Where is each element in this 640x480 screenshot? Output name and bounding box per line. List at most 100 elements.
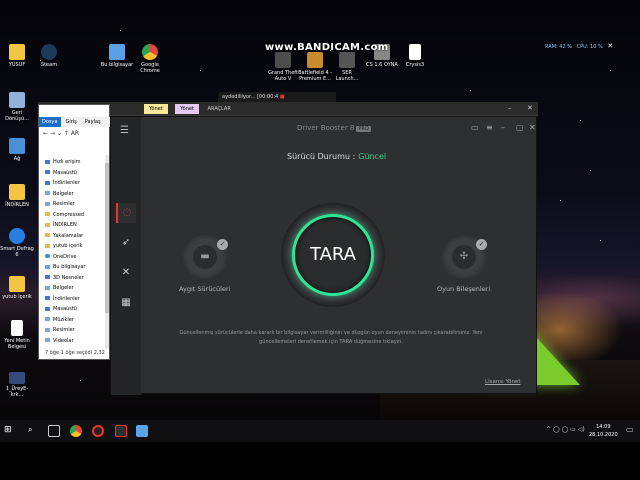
nav-item[interactable]: Belgeler bbox=[45, 283, 105, 294]
boost-rocket-icon[interactable]: ➶ bbox=[116, 233, 136, 253]
minimize-icon[interactable]: – bbox=[501, 123, 505, 132]
desktop-icon-image-file[interactable]: 1_ÜreyE-krk... bbox=[0, 372, 34, 398]
nav-item[interactable]: Resimler bbox=[45, 199, 105, 210]
desktop-icon-this-pc[interactable]: Bu bilgisayar bbox=[100, 44, 134, 68]
nav-item[interactable]: Yakalamalar bbox=[45, 231, 105, 242]
device-drivers-label: Aygıt Sürücüleri bbox=[179, 285, 231, 293]
clock[interactable]: 14:09 28.10.2020 bbox=[589, 423, 618, 439]
tab-share[interactable]: Paylaş bbox=[82, 117, 104, 127]
address-bar[interactable]: AR bbox=[71, 130, 79, 137]
nav-item[interactable]: Müzikler bbox=[45, 315, 105, 326]
dropdown-chevron-icon[interactable]: ⌄ bbox=[57, 130, 62, 137]
image-file-icon bbox=[9, 372, 25, 384]
nav-item[interactable]: Videolar bbox=[45, 336, 105, 347]
feedback-icon[interactable]: ▭ bbox=[471, 123, 479, 132]
desktop-icon-text-document[interactable]: Yeni Metin Belgesi bbox=[0, 320, 34, 350]
notifications-icon[interactable]: ▭ bbox=[626, 425, 634, 434]
recording-strip: aydedilliyor... [00:00:4 ■ bbox=[218, 92, 336, 102]
desktop-icon-ser-launcher[interactable]: SER Launch... bbox=[330, 52, 364, 82]
nav-item[interactable]: OneDrive bbox=[45, 252, 105, 263]
checkmark-icon: ✓ bbox=[217, 239, 228, 250]
folder-icon bbox=[45, 317, 50, 321]
search-icon[interactable]: ⌕ bbox=[28, 425, 40, 437]
folder-icon bbox=[45, 222, 50, 227]
tab-manage-2[interactable]: Yönet bbox=[175, 104, 199, 114]
close-icon[interactable]: ✕ bbox=[529, 123, 536, 132]
desktop-icon-battlefield[interactable]: Battlefield 4 - Premium E... bbox=[298, 52, 332, 82]
desktop-icon-crysis3[interactable]: Crysis3 bbox=[398, 44, 432, 68]
minimize-icon[interactable]: – bbox=[508, 104, 512, 112]
tools-icon[interactable]: ✕ bbox=[116, 263, 136, 283]
folder-icon bbox=[45, 233, 50, 237]
navigation-scrollbar[interactable] bbox=[105, 155, 109, 349]
nav-item[interactable]: Masaüstü bbox=[45, 304, 105, 315]
hamburger-menu-icon[interactable]: ☰ bbox=[120, 125, 129, 136]
nav-item[interactable]: İndirilenler bbox=[45, 178, 105, 189]
clock-time: 14:09 bbox=[596, 424, 611, 430]
nav-item[interactable]: yutub içerik bbox=[45, 241, 105, 252]
tab-home[interactable]: Giriş bbox=[62, 117, 79, 127]
file-explorer-icon[interactable] bbox=[136, 425, 148, 437]
tab-tools[interactable]: ARAÇLAR bbox=[203, 104, 236, 114]
launcher-icon bbox=[339, 52, 355, 68]
desktop-icon-network[interactable]: Ağ bbox=[0, 138, 34, 162]
text-document-icon bbox=[11, 320, 23, 336]
close-icon[interactable]: ✕ bbox=[607, 42, 613, 50]
folder-icon bbox=[45, 191, 50, 195]
nav-item[interactable]: Compressed bbox=[45, 210, 105, 221]
desktop-icon-indirilen[interactable]: İNDİRLEN bbox=[0, 184, 34, 208]
nav-item[interactable]: İndirilenler bbox=[45, 294, 105, 305]
driver-status: Sürücü Durumu : Güncel bbox=[287, 152, 386, 161]
desktop-icon-smart-defrag[interactable]: Smart Defrag 6 bbox=[0, 228, 34, 258]
windows-start-icon[interactable]: ⊞ bbox=[4, 425, 16, 437]
gamepad-icon: ✣ bbox=[452, 245, 476, 269]
nav-item-label: Videolar bbox=[53, 337, 74, 344]
back-arrow-icon[interactable]: ← bbox=[43, 130, 48, 137]
nav-item[interactable]: Masaüstü bbox=[45, 168, 105, 179]
tab-file[interactable]: Dosya bbox=[39, 117, 61, 127]
device-drivers-button[interactable]: ▬ ✓ bbox=[183, 235, 228, 279]
desktop-icon-steam[interactable]: Steam bbox=[32, 44, 66, 68]
nav-item-label: Müzikler bbox=[53, 316, 74, 323]
nav-item[interactable]: Bu bilgisayar bbox=[45, 262, 105, 273]
menu-icon[interactable]: ≡ bbox=[486, 123, 493, 132]
nav-item-label: yutub içerik bbox=[53, 243, 83, 249]
game-components-label: Oyun Bileşenleri bbox=[437, 285, 491, 293]
nav-item[interactable]: Hızlı erişim bbox=[45, 157, 105, 168]
nav-item[interactable]: İNDİRLEN bbox=[45, 220, 105, 231]
close-icon[interactable]: ✕ bbox=[527, 104, 533, 112]
desktop-icon-gta-v[interactable]: Grand Theft Auto V bbox=[266, 52, 300, 82]
desktop-icon-yutub-icerik[interactable]: yutub içerik bbox=[0, 276, 34, 300]
scan-button[interactable]: TARA bbox=[292, 214, 374, 296]
navigation-pane: Hızlı erişim Masaüstü İndirilenler Belgeler… bbox=[45, 157, 105, 346]
manage-license-link[interactable]: Lisansı Yönet bbox=[485, 379, 520, 385]
ram-usage: RAM: 42 % bbox=[545, 44, 572, 50]
folder-icon bbox=[45, 201, 50, 206]
pro-badge: PRO bbox=[356, 126, 371, 132]
tab-manage-1[interactable]: Yönet bbox=[144, 104, 168, 114]
driver-booster-icon[interactable] bbox=[115, 425, 127, 437]
game-components-button[interactable]: ✣ ✓ bbox=[442, 235, 487, 279]
nav-item[interactable]: Belgeler bbox=[45, 189, 105, 200]
nav-item-label: Compressed bbox=[53, 211, 85, 218]
scrollbar-thumb[interactable] bbox=[105, 163, 109, 313]
task-view-icon[interactable] bbox=[48, 425, 60, 437]
bandicam-icon[interactable] bbox=[92, 425, 104, 437]
up-arrow-icon[interactable]: ↑ bbox=[64, 130, 69, 137]
taskbar: ⊞ ⌕ ^ ◯ ◯ ▭ ◁) 14:09 28.10.2020 ▭ bbox=[0, 420, 640, 442]
stop-record-icon[interactable]: ■ bbox=[280, 94, 285, 100]
chrome-icon[interactable] bbox=[70, 425, 82, 437]
forward-arrow-icon[interactable]: → bbox=[50, 130, 55, 137]
folder-icon bbox=[45, 212, 50, 216]
desktop-icon-recycle-bin[interactable]: Geri Dönüşü... bbox=[0, 92, 34, 122]
action-center-icon[interactable]: ▦ bbox=[116, 293, 136, 313]
scan-nav-icon[interactable]: ◌ bbox=[116, 203, 136, 223]
file-explorer-window: Dosya Giriş Paylaş ← → ⌄ ↑ AR Hızlı eriş… bbox=[38, 104, 111, 360]
desktop-icon-yusuf[interactable]: YUSUF bbox=[0, 44, 34, 68]
smart-defrag-icon bbox=[9, 228, 25, 244]
nav-item[interactable]: 3D Nesneler bbox=[45, 273, 105, 284]
maximize-icon[interactable]: ▢ bbox=[516, 123, 524, 132]
desktop-icon-chrome[interactable]: Google Chrome bbox=[133, 44, 167, 74]
nav-item[interactable]: Resimler bbox=[45, 325, 105, 336]
system-tray[interactable]: ^ ◯ ◯ ▭ ◁) bbox=[546, 426, 585, 433]
